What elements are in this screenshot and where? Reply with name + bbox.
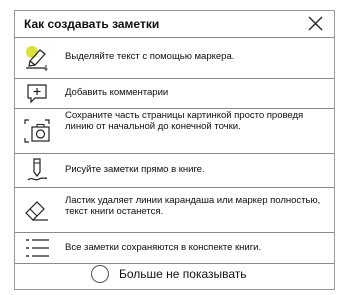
item-text: Выделяйте текст с помощью маркера. [65, 51, 235, 62]
item-text: Добавить комментарии [65, 87, 169, 98]
list-item-eraser: Ластик удаляет линии карандаша или марке… [15, 188, 334, 232]
dont-show-again-label: Больше не показывать [119, 267, 247, 281]
list-item-summary: Все заметки сохраняются в конспекте книг… [15, 233, 334, 263]
radio-button[interactable] [91, 265, 109, 283]
dont-show-again-option[interactable]: Больше не показывать [15, 262, 334, 289]
list-item-pencil: Рисуйте заметки прямо в книге. [15, 154, 334, 187]
eraser-icon [22, 196, 52, 226]
item-text: Рисуйте заметки прямо в книге. [65, 164, 205, 175]
screenshot-camera-icon [22, 116, 52, 146]
pencil-icon [22, 155, 52, 185]
list-item-marker: Выделяйте текст с помощью маркера. [15, 38, 334, 78]
item-text: Все заметки сохраняются в конспекте книг… [65, 242, 262, 253]
list-item-comment: Добавить комментарии [15, 79, 334, 107]
close-icon[interactable] [306, 14, 325, 33]
list-item-screenshot: Сохраните часть страницы картинкой прост… [15, 109, 334, 152]
list-icon [22, 233, 52, 263]
item-text: Ластик удаляет линии карандаша или марке… [65, 195, 321, 217]
comment-icon [22, 79, 52, 109]
item-text: Сохраните часть страницы картинкой прост… [65, 110, 304, 132]
dialog-header: Как создавать заметки [15, 11, 334, 37]
dialog-title: Как создавать заметки [24, 17, 160, 31]
marker-icon [22, 43, 52, 73]
notes-help-dialog: Как создавать заметки Выделяйте текст с … [14, 10, 335, 290]
